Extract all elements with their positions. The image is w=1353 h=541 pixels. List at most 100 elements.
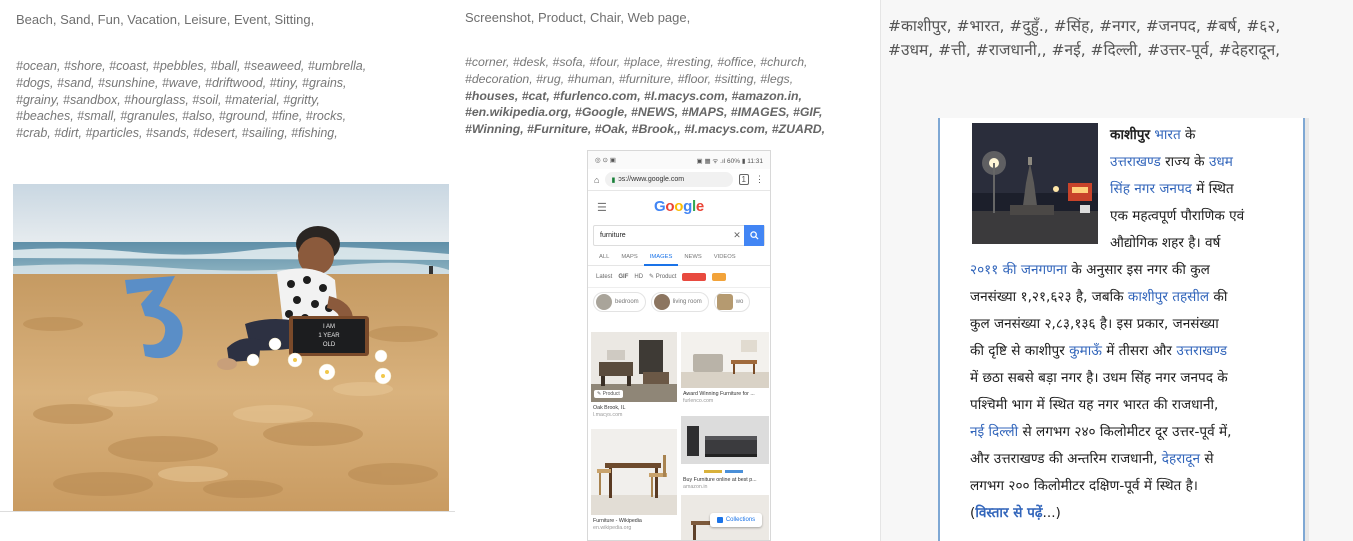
article-scrollbar[interactable] (1305, 118, 1309, 541)
result-image-3[interactable] (591, 429, 677, 515)
hashtag-line: #उधम, #त्ती, #राजधानी,, #नई, #दिल्ली, #उ… (888, 41, 1281, 59)
svg-text:OLD: OLD (323, 342, 336, 348)
screenshot-panel: Screenshot, Product, Chair, Web page, #c… (455, 0, 880, 541)
search-box[interactable]: furniture ✕ (593, 225, 765, 246)
related-chip-more[interactable]: wo (713, 292, 751, 312)
furniture-photo (681, 332, 769, 388)
caption-source: furlenco.com (683, 398, 714, 404)
article-link[interactable]: उत्तराखण्ड (1176, 343, 1227, 359)
hindi-hashtags: #काशीपुर, #भारत, #दुहुँ., #सिंह, #नगर, #… (888, 14, 1348, 62)
chalkboard-sign: I AM 1 YEAR OLD (289, 316, 369, 356)
search-icon (749, 231, 759, 240)
article-link[interactable]: काशीपुर तहसील (1128, 289, 1209, 305)
article-link[interactable]: उधम (1209, 154, 1233, 170)
related-chip-living-room[interactable]: living room (650, 292, 709, 312)
collections-label: Collections (725, 517, 756, 523)
article-link[interactable]: २०११ की जनगणना (970, 262, 1067, 278)
result-caption-4[interactable]: Buy Furniture online at best p... amazon… (683, 477, 770, 491)
related-label: wo (735, 299, 744, 305)
hashtag-line: #decoration, #rug, #human, #furniture, #… (465, 71, 794, 86)
related-searches: bedroom living room wo (588, 288, 770, 316)
furniture-photo (681, 416, 769, 464)
filter-product[interactable]: ✎ Product (649, 273, 676, 280)
article-line: उत्तराखण्ड राज्य के उधम (970, 149, 1290, 176)
result-caption-2[interactable]: Award Winning Furniture for ... furlenco… (683, 391, 770, 405)
tab-maps[interactable]: MAPS (615, 248, 643, 266)
screenshot-categories: Screenshot, Product, Chair, Web page, (465, 10, 691, 25)
beach-hashtags: #ocean, #shore, #coast, #pebbles, #ball,… (16, 58, 446, 140)
google-header: ☰ Google (588, 191, 770, 225)
article-text-segment: लगभग २०० किलोमीटर दक्षिण-पूर्व में स्थित… (970, 478, 1198, 494)
article-line: काशीपुर भारत के (970, 122, 1290, 149)
filter-color-red[interactable] (682, 272, 707, 281)
tab-videos[interactable]: VIDEOS (708, 248, 742, 266)
hashtag-line: #en.wikipedia.org, #Google, #NEWS, #MAPS… (465, 105, 823, 120)
related-chip-bedroom[interactable]: bedroom (593, 292, 646, 312)
article-line: सिंह नगर जनपद में स्थित (970, 176, 1290, 203)
hashtag-line: #beaches, #small, #granules, #also, #gro… (16, 109, 347, 124)
result-caption-1[interactable]: Oak Brook, IL l.macys.com (593, 405, 625, 419)
caption-source: amazon.in (683, 484, 708, 490)
hashtag-line: #काशीपुर, #भारत, #दुहुँ., #सिंह, #नगर, #… (888, 17, 1281, 35)
article-text-segment: से (1200, 451, 1214, 467)
tab-all[interactable]: ALL (593, 248, 615, 266)
color-swatches (704, 470, 743, 473)
result-image-2[interactable] (681, 332, 769, 388)
article-text-segment: राज्य के (1160, 154, 1209, 170)
search-input[interactable]: furniture (594, 232, 730, 239)
hashtag-line: #Winning, #Furniture, #Oak, #Brook,, #I.… (465, 122, 826, 137)
article-line: (विस्तार से पढ़ें...) (970, 500, 1290, 527)
search-tabs: ALL MAPS IMAGES NEWS VIDEOS (588, 248, 770, 266)
article-link[interactable]: उत्तराखण्ड (1110, 154, 1161, 170)
clear-search-icon[interactable]: ✕ (730, 230, 744, 241)
swatch-blue (725, 470, 743, 473)
article-line: औद्योगिक शहर है। वर्ष (970, 230, 1290, 257)
article-link[interactable]: भारत (1154, 127, 1180, 143)
result-caption-3[interactable]: Furniture - Wikipedia en.wikipedia.org (593, 518, 642, 532)
related-label: bedroom (615, 299, 639, 305)
read-more-link[interactable]: विस्तार से पढ़ें (975, 505, 1042, 521)
related-thumb (716, 294, 733, 310)
svg-text:I AM: I AM (323, 324, 335, 330)
filter-hd[interactable]: HD (634, 274, 643, 280)
article-link[interactable]: नई दिल्ली (970, 424, 1018, 440)
article-line: पश्चिमी भाग में स्थित यह नगर भारत की राज… (970, 392, 1290, 419)
tab-news[interactable]: NEWS (678, 248, 707, 266)
filter-gif[interactable]: GIF (618, 274, 628, 280)
caption-title: Furniture - Wikipedia (593, 518, 642, 524)
hashtag-line: #ocean, #shore, #coast, #pebbles, #ball,… (16, 59, 367, 73)
url-field[interactable]: ▮ ɔs://www.google.com (605, 172, 733, 187)
search-button[interactable] (744, 225, 764, 246)
result-image-1[interactable]: ✎ Product (591, 332, 677, 402)
caption-title: Oak Brook, IL (593, 405, 626, 411)
article-text-segment: में छठा सबसे बड़ा नगर है। उधम सिंह नगर ज… (970, 370, 1228, 386)
logo-letter: e (695, 198, 704, 215)
furniture-photo (591, 429, 677, 515)
tabs-icon[interactable]: 1 (738, 174, 749, 185)
logo-letter: o (674, 198, 684, 215)
beach-scene-illustration: 3 I AM 1 YEAR (13, 184, 449, 511)
article-link[interactable]: सिंह नगर जनपद (1110, 181, 1192, 197)
article-text-segment: पश्चिमी भाग में स्थित यह नगर भारत की राज… (970, 397, 1219, 413)
home-icon[interactable]: ⌂ (594, 175, 599, 185)
wikipedia-excerpt-card: काशीपुर भारत के उत्तराखण्ड राज्य के उधम सि… (938, 118, 1305, 541)
filter-color-orange[interactable] (712, 272, 727, 281)
hashtag-line: #houses, #cat, #furlenco.com, #I.macys.c… (465, 88, 802, 103)
article-link[interactable]: देहरादून (1162, 451, 1200, 467)
hashtag-line: #dogs, #sand, #sunshine, #wave, #driftwo… (16, 75, 347, 90)
article-link[interactable]: कुमाऊँ (1069, 343, 1102, 359)
article-text-segment: एक महत्वपूर्ण पौराणिक एवं (1110, 208, 1245, 224)
article-text-segment: औद्योगिक शहर है। वर्ष (1110, 235, 1221, 251)
tab-images[interactable]: IMAGES (643, 248, 679, 266)
beach-categories: Beach, Sand, Fun, Vacation, Leisure, Eve… (16, 12, 315, 27)
caption-source: en.wikipedia.org (593, 525, 632, 531)
status-icons-right: ▣ ▦ ᯤ .ıl 60% ▮ 11:31 (696, 157, 763, 165)
screenshot-hashtags: #corner, #desk, #sofa, #four, #place, #r… (465, 54, 875, 138)
related-thumb (596, 294, 612, 310)
result-image-4[interactable] (681, 416, 769, 464)
collections-button[interactable]: Collections (710, 513, 762, 527)
filter-latest[interactable]: Latest (596, 274, 612, 280)
article-line: कुल जनसंख्या २,८३,१३६ है। इस प्रकार, जनस… (970, 311, 1290, 338)
more-menu-icon[interactable]: ⋮ (755, 174, 764, 185)
svg-text:1 YEAR: 1 YEAR (318, 333, 340, 339)
